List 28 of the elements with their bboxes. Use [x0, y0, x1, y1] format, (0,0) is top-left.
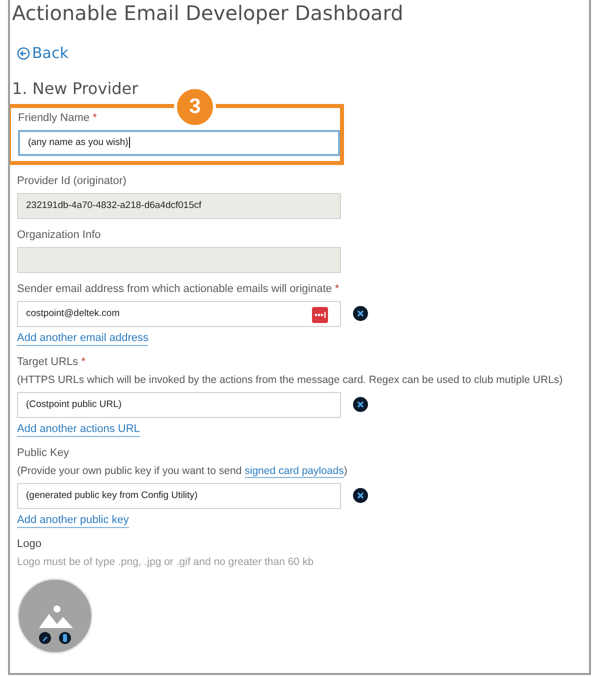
text-field[interactable]: 232191db-4a70-4832-a218-d6a4dcf015cf	[17, 192, 341, 218]
field-description: Logo must be of type .png, .jpg or .gif and no greater than 60 kb	[17, 554, 315, 570]
field-description: (HTTPS URLs which will be invoked by the actions from the message card. Regex can be used to club mutiple URLs)	[17, 372, 564, 388]
signed-card-payloads-link[interactable]: signed card payloads	[244, 464, 344, 478]
text-field[interactable]: (Costpoint public URL)	[17, 392, 341, 418]
field-description: (Provide your own public key if you want to send signed card payloads)	[17, 464, 348, 478]
field-label: Public Key	[17, 446, 70, 460]
page-title: Actionable Email Developer Dashboard	[12, 0, 404, 26]
text-field[interactable]: (any name as you wish)	[18, 130, 340, 156]
logo-upload-drawing[interactable]	[17, 578, 93, 654]
password-manager-icon[interactable]	[312, 306, 328, 322]
field-label: Logo	[17, 536, 42, 552]
text-field[interactable]: (generated public key from Config Utility)	[17, 482, 341, 508]
remove-icon[interactable]	[353, 306, 368, 321]
field-label: Sender email address from which actionable emails will originate *	[17, 282, 340, 296]
text-field[interactable]	[17, 246, 341, 272]
text-field[interactable]: costpoint@deltek.com	[17, 300, 341, 326]
section-title: 1. New Provider	[12, 78, 140, 98]
field-label: Provider Id (originator)	[17, 174, 128, 188]
add-another-link[interactable]: Add another public key	[17, 514, 129, 528]
add-another-link[interactable]: Add another email address	[17, 332, 148, 346]
remove-icon[interactable]	[353, 397, 368, 412]
field-label: Target URLs *	[17, 354, 86, 370]
add-another-link[interactable]: Add another actions URL	[17, 422, 140, 436]
field-label: Friendly Name *	[18, 110, 98, 126]
field-label: Organization Info	[17, 228, 102, 242]
back-link[interactable]: Back	[17, 44, 68, 62]
remove-icon[interactable]	[353, 488, 368, 503]
